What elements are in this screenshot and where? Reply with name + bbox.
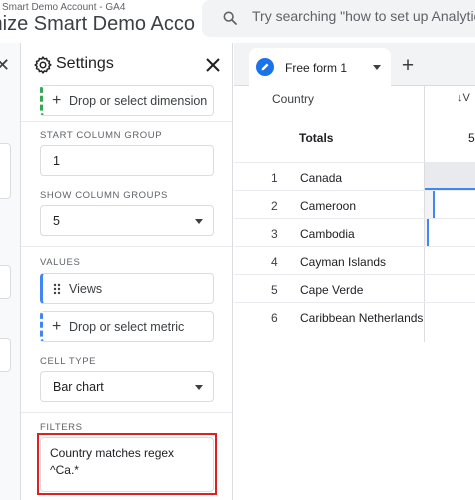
totals-value: 5 bbox=[468, 131, 475, 145]
pencil-icon[interactable] bbox=[256, 58, 274, 76]
chevron-down-icon[interactable] bbox=[373, 65, 381, 70]
cell-type-select[interactable]: Bar chart bbox=[40, 371, 214, 402]
table-row[interactable]: 3 Cambodia bbox=[234, 218, 475, 246]
tab-bar: Free form 1 + bbox=[234, 43, 475, 86]
dimension-header[interactable]: Country bbox=[272, 92, 314, 106]
tab-label: Free form 1 bbox=[285, 61, 348, 75]
gear-icon bbox=[34, 56, 52, 74]
row-country-name: Cameroon bbox=[300, 199, 357, 213]
totals-label: Totals bbox=[299, 131, 334, 145]
search-input[interactable] bbox=[252, 8, 475, 24]
row-index: 4 bbox=[271, 255, 278, 269]
drop-metric-target[interactable]: + Drop or select metric bbox=[40, 311, 214, 342]
bar-fill bbox=[425, 163, 475, 190]
divider bbox=[21, 412, 232, 413]
cell-type-value: Bar chart bbox=[53, 380, 104, 394]
close-icon[interactable]: ✕ bbox=[0, 56, 10, 74]
chevron-down-icon bbox=[195, 385, 203, 390]
variables-panel-box[interactable] bbox=[0, 265, 11, 299]
start-column-group-value: 1 bbox=[53, 154, 60, 168]
metric-header[interactable]: ↓V bbox=[457, 92, 470, 104]
variables-panel-box[interactable] bbox=[0, 338, 11, 372]
metric-chip-label: Views bbox=[69, 282, 103, 296]
bar-value-line bbox=[427, 219, 429, 246]
start-column-group-input[interactable]: 1 bbox=[40, 145, 214, 176]
row-index: 3 bbox=[271, 227, 278, 241]
row-index: 2 bbox=[271, 199, 278, 213]
row-country-name: Cape Verde bbox=[300, 283, 364, 297]
row-index: 6 bbox=[271, 311, 278, 325]
row-country-name: Caribbean Netherlands bbox=[300, 311, 424, 325]
search-bar[interactable] bbox=[202, 0, 475, 37]
drop-dimension-label: Drop or select dimension bbox=[69, 94, 208, 108]
start-column-group-label: START COLUMN GROUP bbox=[40, 130, 163, 141]
close-icon[interactable] bbox=[205, 57, 221, 73]
show-column-groups-select[interactable]: 5 bbox=[40, 205, 214, 236]
search-icon[interactable] bbox=[222, 10, 238, 26]
divider bbox=[21, 121, 232, 122]
app-header: Smart Demo Account - GA4 mize Smart Demo… bbox=[0, 0, 475, 43]
property-title[interactable]: mize Smart Demo Acco bbox=[0, 13, 195, 36]
settings-header: Settings bbox=[21, 43, 232, 87]
plus-icon[interactable]: + bbox=[395, 54, 421, 80]
drag-handle-icon[interactable] bbox=[53, 283, 61, 295]
drop-metric-label: Drop or select metric bbox=[69, 320, 185, 334]
metric-chip-views[interactable]: Views bbox=[40, 273, 214, 304]
filters-label: FILTERS bbox=[40, 422, 83, 433]
values-label: VALUES bbox=[40, 257, 81, 268]
tab-free-form-1[interactable]: Free form 1 bbox=[249, 48, 391, 86]
table-row[interactable]: 2 Cameroon bbox=[234, 190, 475, 218]
plus-icon: + bbox=[52, 92, 62, 109]
row-index: 1 bbox=[271, 171, 278, 185]
drop-dimension-target[interactable]: + Drop or select dimension bbox=[40, 85, 214, 116]
filter-condition-text: Country matches regex ^Ca.* bbox=[50, 446, 175, 477]
row-country-name: Cambodia bbox=[300, 227, 355, 241]
settings-title: Settings bbox=[56, 55, 114, 72]
table-row[interactable]: 4 Cayman Islands bbox=[234, 246, 475, 274]
table-row[interactable]: 5 Cape Verde bbox=[234, 274, 475, 302]
table-row[interactable]: 6 Caribbean Netherlands bbox=[234, 302, 475, 330]
variables-panel: ✕ bbox=[0, 43, 21, 500]
chevron-down-icon bbox=[195, 219, 203, 224]
divider bbox=[21, 246, 232, 247]
show-column-groups-label: SHOW COLUMN GROUPS bbox=[40, 190, 168, 201]
plus-icon: + bbox=[52, 318, 62, 335]
variables-panel-box[interactable] bbox=[0, 143, 11, 199]
row-country-name: Cayman Islands bbox=[300, 255, 387, 269]
row-index: 5 bbox=[271, 283, 278, 297]
table-row[interactable]: 1 Canada bbox=[234, 162, 475, 190]
show-column-groups-value: 5 bbox=[53, 214, 60, 228]
filter-chip[interactable]: Country matches regex ^Ca.* bbox=[40, 437, 214, 492]
cell-type-label: CELL TYPE bbox=[40, 356, 97, 367]
bar-value-line bbox=[433, 191, 435, 218]
report-canvas: Free form 1 + Country ↓V Totals 5 1 Canad… bbox=[234, 43, 475, 500]
row-country-name: Canada bbox=[300, 171, 343, 185]
account-breadcrumb[interactable]: Smart Demo Account - GA4 bbox=[2, 2, 125, 13]
settings-panel: Settings + Drop or select dimension STAR… bbox=[21, 43, 233, 500]
